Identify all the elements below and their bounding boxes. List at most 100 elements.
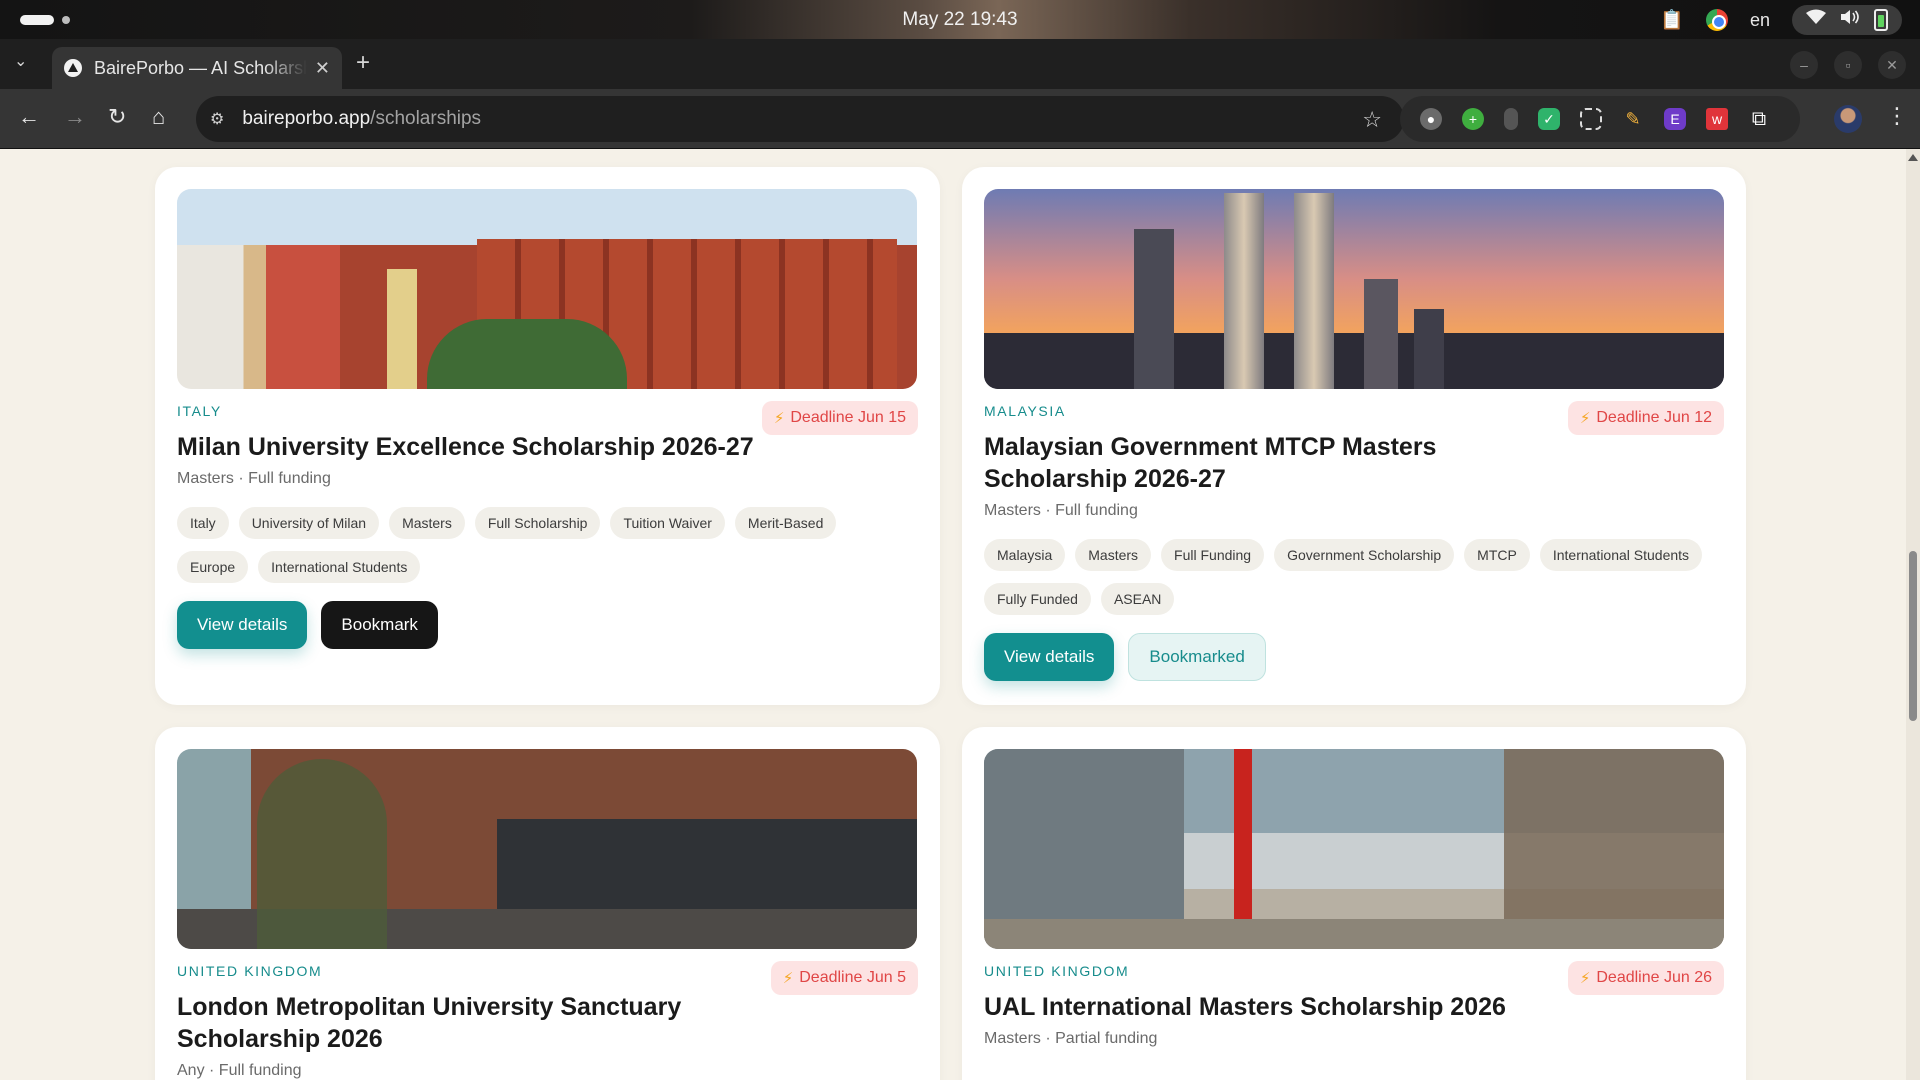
card-meta: Masters · Full funding	[177, 470, 331, 487]
scholarship-card: MALAYSIA ⚡ Deadline Jun 12 Malaysian Gove…	[962, 167, 1746, 705]
card-title: UAL International Masters Scholarship 20…	[984, 993, 1506, 1021]
bldg	[387, 269, 417, 389]
extension-red-icon[interactable]: w	[1706, 108, 1728, 130]
scholarship-card: ITALY ⚡ Deadline Jun 15 Milan University …	[155, 167, 940, 705]
card-title: Malaysian Government MTCP Masters Schola…	[984, 433, 1437, 493]
tag[interactable]: Merit-Based	[734, 507, 837, 539]
card-meta: Masters · Full funding	[984, 502, 1138, 519]
bldg	[984, 333, 1724, 389]
status-menu[interactable]	[1792, 5, 1902, 35]
extension-shield-icon[interactable]: ✓	[1538, 108, 1560, 130]
card-meta: Any · Full funding	[177, 1062, 302, 1079]
back-arrow-icon[interactable]: ←	[18, 105, 40, 129]
lightning-icon: ⚡	[1579, 970, 1591, 987]
tag-list: Italy University of Milan Masters Full S…	[177, 507, 917, 583]
extensions-puzzle-icon[interactable]: ⧉	[1748, 108, 1770, 130]
deadline-badge: ⚡ Deadline Jun 12	[1567, 401, 1724, 435]
scholarship-card: UNITED KINGDOM ⚡ Deadline Jun 26 UAL Inte…	[962, 727, 1746, 1080]
extension-e-icon[interactable]: E	[1664, 108, 1686, 130]
deadline-text: Deadline Jun 26	[1596, 969, 1712, 986]
tag[interactable]: Fully Funded	[984, 583, 1091, 615]
url-host: baireporbo.app	[242, 108, 371, 129]
wifi-icon	[1806, 9, 1826, 31]
battery-icon	[1874, 9, 1888, 31]
tag[interactable]: Full Funding	[1161, 539, 1265, 571]
bldg	[1364, 279, 1398, 389]
bookmark-star-icon[interactable]: ☆	[1362, 107, 1382, 133]
window-controls: – ▫ ✕	[1790, 51, 1906, 79]
active-tab[interactable]: BairePorbo — AI Scholarship ✕	[52, 47, 342, 89]
site-favicon-icon	[64, 59, 82, 77]
tag[interactable]: University of Milan	[238, 507, 380, 539]
deadline-text: Deadline Jun 12	[1596, 409, 1712, 426]
tag[interactable]: ASEAN	[1100, 583, 1175, 615]
extension-pen-icon[interactable]: ✎	[1622, 108, 1644, 130]
deadline-text: Deadline Jun 15	[790, 409, 906, 426]
page-content: ITALY ⚡ Deadline Jun 15 Milan University …	[0, 149, 1906, 1080]
tab-search-chevron-down-icon[interactable]: ⌄	[14, 51, 27, 71]
extension-plus-icon[interactable]: +	[1462, 108, 1484, 130]
reload-icon[interactable]: ↻	[108, 105, 126, 129]
os-top-bar: May 22 19:43 📋 en	[0, 0, 1920, 39]
view-details-button[interactable]: View details	[984, 633, 1115, 681]
chrome-icon[interactable]	[1705, 9, 1728, 31]
bookmark-button[interactable]: Bookmark	[321, 601, 438, 649]
lightning-icon: ⚡	[782, 970, 794, 987]
scroll-thumb[interactable]	[1909, 551, 1917, 721]
bldg	[257, 759, 387, 949]
tag[interactable]: Tuition Waiver	[610, 507, 725, 539]
bldg	[1224, 193, 1264, 389]
bldg	[427, 319, 627, 389]
tag[interactable]: International Students	[258, 551, 421, 583]
card-country: MALAYSIA	[984, 403, 1066, 419]
tag[interactable]: MTCP	[1464, 539, 1530, 571]
tag[interactable]: International Students	[1539, 539, 1703, 571]
url-path: /scholarships	[370, 108, 482, 129]
tag[interactable]: Masters	[389, 507, 465, 539]
card-image	[984, 189, 1724, 389]
tag[interactable]: Malaysia	[984, 539, 1066, 571]
card-actions: View details Bookmarked	[984, 633, 1266, 681]
extension-avatar-icon[interactable]: ●	[1420, 108, 1442, 130]
bookmarked-button[interactable]: Bookmarked	[1128, 633, 1266, 681]
page-scrollbar[interactable]	[1906, 149, 1920, 1080]
bldg	[497, 819, 917, 909]
scroll-up-arrow-icon[interactable]	[1908, 154, 1918, 161]
forward-arrow-icon[interactable]: →	[64, 105, 86, 129]
tag[interactable]: Government Scholarship	[1274, 539, 1455, 571]
deadline-badge: ⚡ Deadline Jun 15	[761, 401, 918, 435]
tag[interactable]: Full Scholarship	[474, 507, 601, 539]
minimize-icon[interactable]: –	[1790, 51, 1818, 79]
system-clock[interactable]: May 22 19:43	[0, 9, 1920, 31]
lightning-icon: ⚡	[1579, 410, 1591, 427]
tag[interactable]: Italy	[177, 507, 229, 539]
card-image	[177, 749, 917, 949]
close-window-icon[interactable]: ✕	[1878, 51, 1906, 79]
system-tray: 📋 en	[1660, 5, 1902, 35]
tab-strip: ⌄ BairePorbo — AI Scholarship ✕ + – ▫ ✕	[0, 39, 1920, 89]
tag-list: Malaysia Masters Full Funding Government…	[984, 539, 1724, 615]
bldg	[984, 919, 1724, 949]
language-indicator[interactable]: en	[1750, 10, 1770, 31]
card-image	[177, 189, 917, 389]
bldg	[1134, 229, 1174, 389]
card-actions: View details Bookmark	[177, 601, 438, 649]
browser-toolbar: ← → ↻ ⌂ ⚙ baireporbo.app/scholarships ☆ …	[0, 89, 1920, 149]
maximize-icon[interactable]: ▫	[1834, 51, 1862, 79]
tab-title: BairePorbo — AI Scholarship	[94, 57, 307, 78]
view-details-button[interactable]: View details	[177, 601, 308, 649]
card-meta: Masters · Partial funding	[984, 1030, 1158, 1047]
browser-menu-icon[interactable]: ⋮	[1886, 103, 1908, 129]
new-tab-plus-icon[interactable]: +	[356, 51, 370, 75]
extension-mouse-icon[interactable]	[1504, 108, 1518, 130]
address-bar[interactable]: ⚙ baireporbo.app/scholarships ☆	[196, 96, 1404, 142]
tag[interactable]: Europe	[177, 551, 249, 583]
card-image	[984, 749, 1724, 949]
profile-avatar[interactable]	[1834, 105, 1862, 133]
tag[interactable]: Masters	[1075, 539, 1152, 571]
tab-close-icon[interactable]: ✕	[315, 58, 330, 79]
site-info-icon[interactable]: ⚙	[210, 109, 224, 129]
home-icon[interactable]: ⌂	[152, 105, 165, 129]
extension-screenshot-icon[interactable]	[1580, 108, 1602, 130]
clipboard-icon[interactable]: 📋	[1660, 8, 1684, 32]
